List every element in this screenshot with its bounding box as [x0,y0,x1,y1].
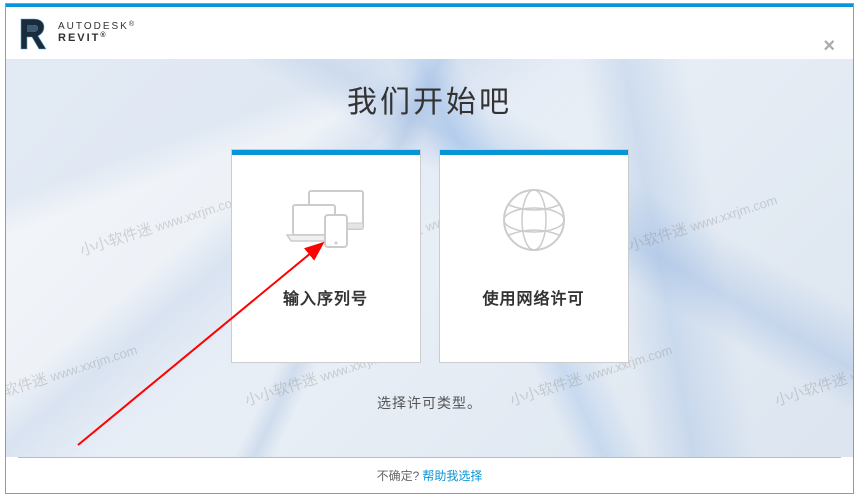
card-icon-wrap [281,155,371,285]
card-label: 输入序列号 [283,285,368,309]
subtitle: 选择许可类型。 [6,393,853,413]
help-choose-link[interactable]: 帮助我选择 [422,467,482,484]
card-icon-wrap [497,155,571,285]
cards-row: 输入序列号 使用网络许可 [6,149,853,363]
brand-company: AUTODESK® [58,21,136,32]
footer: 不确定? 帮助我选择 [18,457,841,493]
header: AUTODESK® REVIT® × [6,7,853,59]
card-label: 使用网络许可 [482,285,584,309]
network-license-card[interactable]: 使用网络许可 [439,149,629,363]
enter-serial-card[interactable]: 输入序列号 [231,149,421,363]
brand-product: REVIT® [58,32,136,44]
footer-question: 不确定? [377,467,420,484]
content-area: 小小软件迷 www.xxrjm.com 小小软件迷 www.xxrjm.com … [6,59,853,457]
close-icon[interactable]: × [823,35,835,58]
globe-network-icon [497,183,571,257]
revit-logo-icon [18,15,48,51]
devices-icon [281,185,371,255]
brand-text: AUTODESK® REVIT® [58,21,136,44]
page-title: 我们开始吧 [6,59,853,121]
license-dialog: AUTODESK® REVIT® × 小小软件迷 www.xxrjm.com 小… [5,3,854,494]
